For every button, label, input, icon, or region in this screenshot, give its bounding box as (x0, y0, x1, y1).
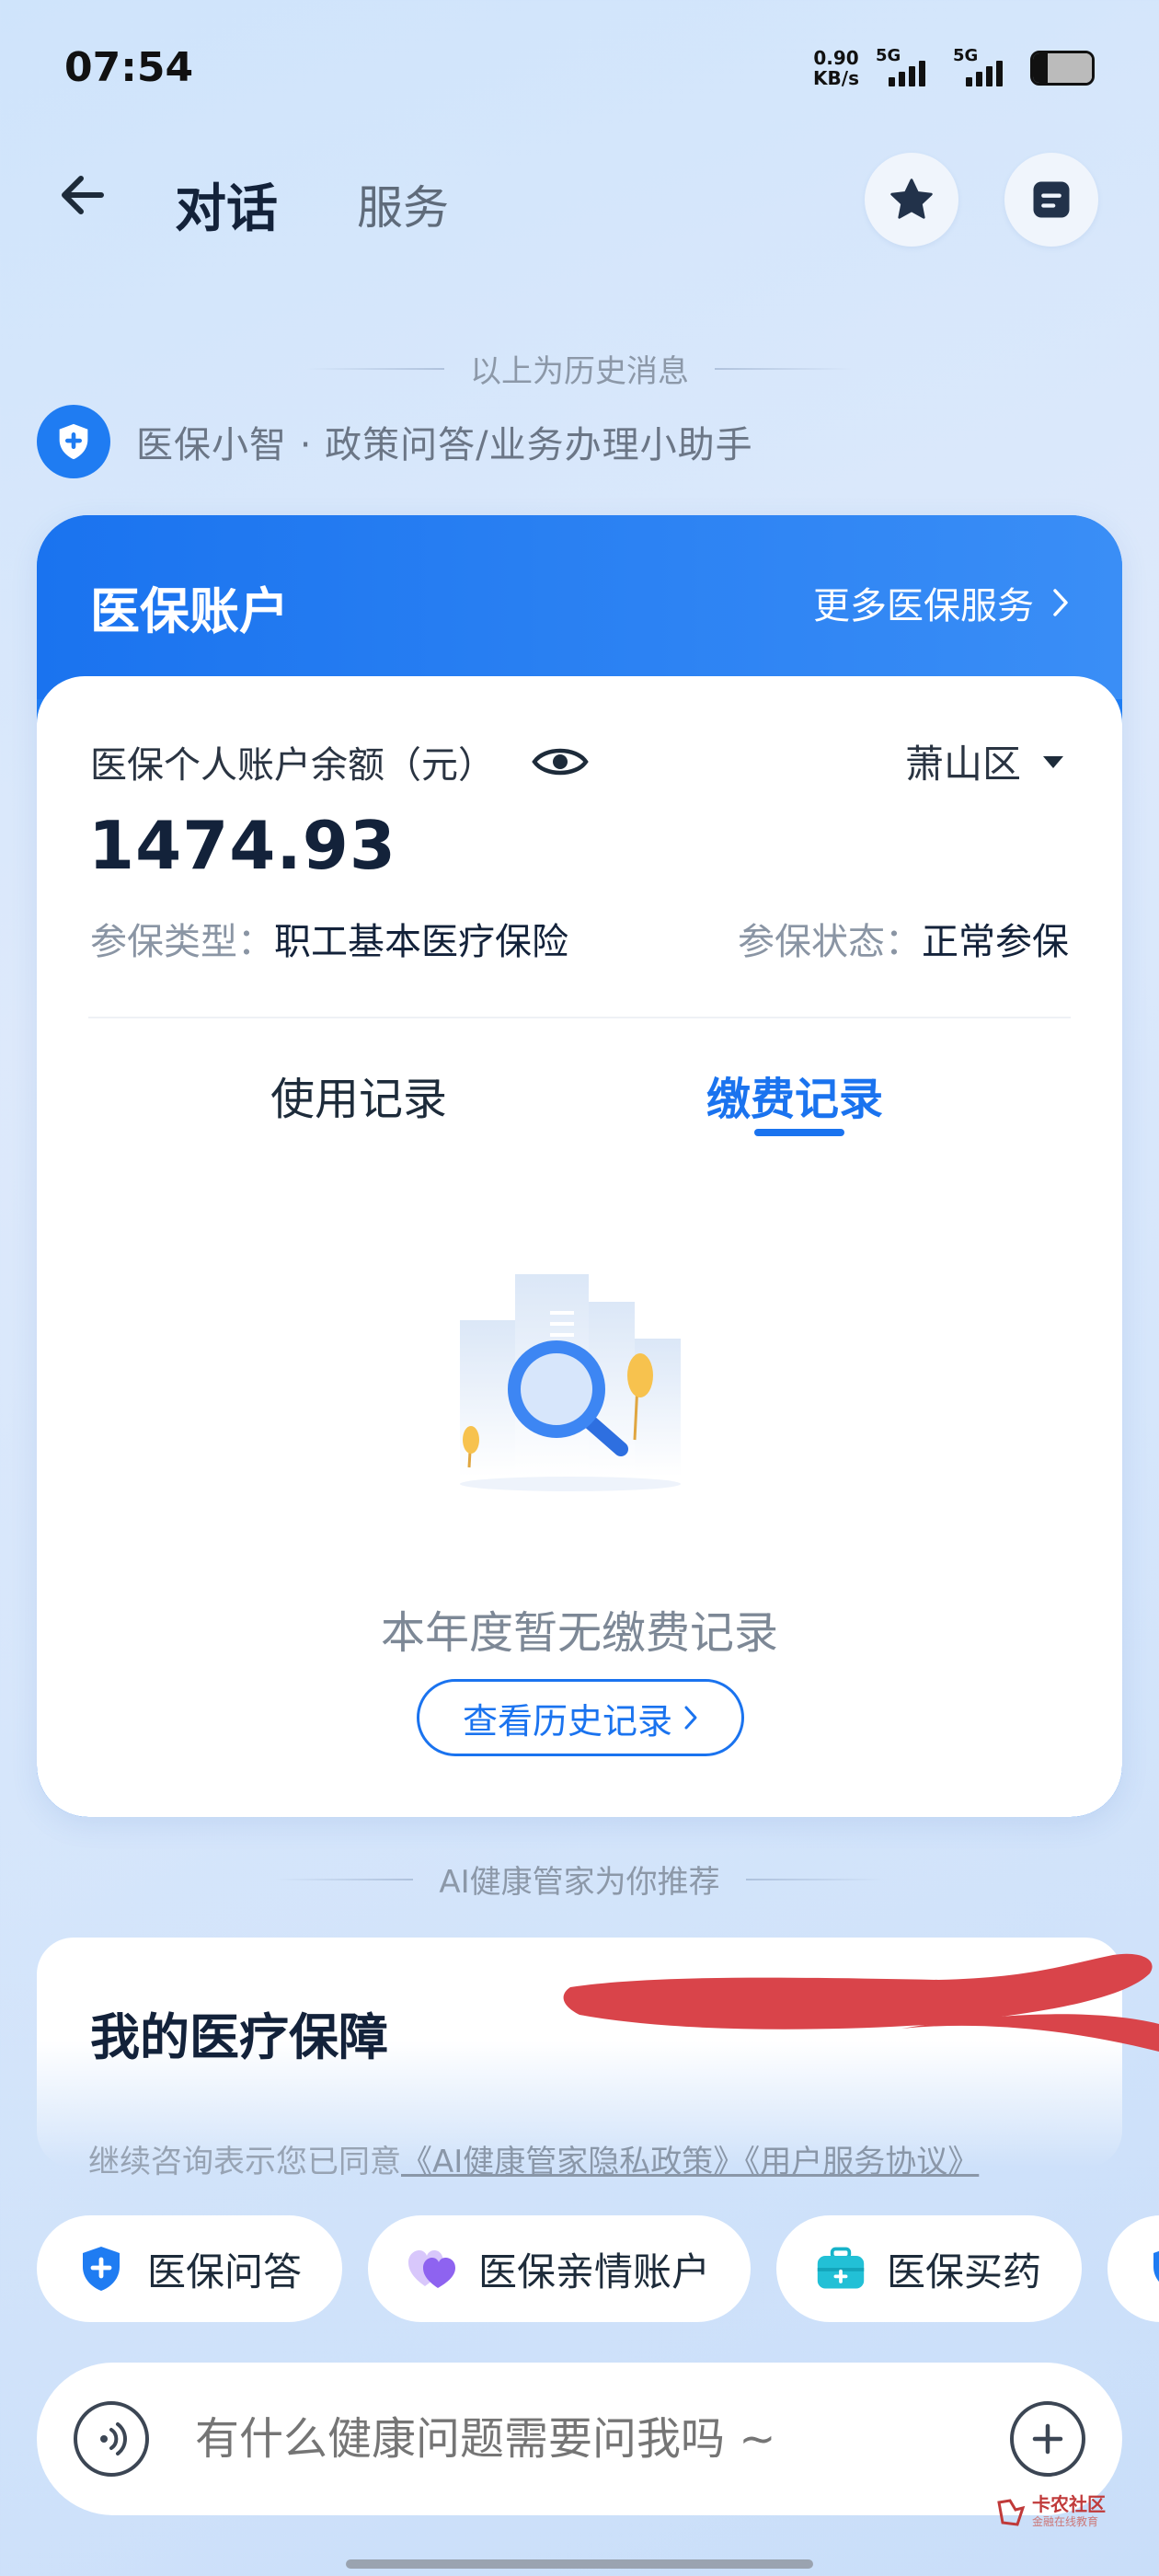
consent-prefix: 继续咨询表示您已同意 (88, 2144, 401, 2180)
favorite-button[interactable] (865, 153, 958, 247)
sim2-label: 5G (953, 46, 979, 65)
tab-dialog[interactable]: 对话 (175, 167, 278, 242)
watermark-line1: 卡农社区 (1032, 2493, 1106, 2515)
insurance-type-value: 职工基本医疗保险 (274, 921, 568, 963)
consent-text: 继续咨询表示您已同意《AI健康管家隐私政策》《用户服务协议》 (88, 2136, 979, 2181)
insurance-type: 参保类型：职工基本医疗保险 (90, 912, 568, 965)
chip-more-partial[interactable] (1107, 2215, 1159, 2322)
arrow-left-icon (62, 176, 104, 214)
view-history-label: 查看历史记录 (462, 1700, 672, 1742)
chat-input-bar (37, 2363, 1122, 2515)
eye-icon[interactable] (532, 743, 589, 780)
insurance-status-value: 正常参保 (922, 921, 1069, 963)
chip-family-account[interactable]: 医保亲情账户 (368, 2215, 752, 2322)
chevron-right-icon (1053, 589, 1068, 616)
hearts-icon (407, 2243, 458, 2294)
chip-label: 医保问答 (147, 2248, 303, 2294)
star-icon (890, 178, 933, 219)
card-body: 医保个人账户余额（元） 萧山区 1474.93 参保类型：职工基本医疗保险 参保… (37, 676, 1122, 1817)
quick-actions: 医保问答 医保亲情账户 医保买药 (37, 2215, 1159, 2322)
watermark-logo: 卡农社区 金融在线教育 (995, 2495, 1106, 2529)
caret-down-icon (1043, 755, 1063, 768)
medkit-icon (815, 2243, 866, 2294)
history-divider-label: 以上为历史消息 (470, 353, 689, 390)
balance-label-row: 医保个人账户余额（元） (90, 735, 589, 788)
assistant-intro: 医保小智 · 政策问答/业务办理小助手 (37, 405, 753, 478)
empty-search-illustration (460, 1274, 681, 1491)
chip-label: 医保亲情账户 (478, 2248, 711, 2294)
chat-input[interactable] (195, 2413, 1010, 2465)
recommend-divider: AI健康管家为你推荐 (0, 1857, 1159, 1902)
card-header: 医保账户 更多医保服务 (37, 515, 1122, 699)
redaction-scribble (563, 1953, 1159, 2052)
voice-input-button[interactable] (74, 2401, 149, 2477)
watermark-line2: 金融在线教育 (1032, 2515, 1099, 2528)
my-coverage-title: 我的医疗保障 (90, 2008, 388, 2066)
net-speed: 0.90 KB/s (813, 48, 859, 88)
attach-plus-button[interactable] (1010, 2401, 1085, 2477)
home-indicator[interactable] (346, 2559, 813, 2569)
history-divider: 以上为历史消息 (0, 346, 1159, 391)
chip-medical-qa[interactable]: 医保问答 (37, 2215, 343, 2322)
chevron-right-icon (684, 1706, 697, 1730)
active-tab-indicator (754, 1129, 844, 1136)
divider-line (88, 1017, 1071, 1018)
back-button[interactable] (55, 167, 110, 223)
assistant-shield-icon (37, 405, 110, 478)
signal-sim2-icon: 5G (953, 46, 1014, 86)
sim1-label: 5G (876, 46, 901, 65)
card-title: 医保账户 (90, 582, 289, 640)
shield-plus-icon (75, 2243, 127, 2294)
document-icon (1033, 181, 1070, 218)
recommend-divider-label: AI健康管家为你推荐 (439, 1864, 720, 1901)
balance-value: 1474.93 (88, 807, 396, 884)
watermark-icon (997, 2498, 1026, 2526)
insurance-type-key: 参保类型： (90, 921, 274, 963)
more-services-link[interactable]: 更多医保服务 (813, 576, 1071, 629)
net-speed-value: 0.90 (813, 47, 859, 69)
tab-usage-records[interactable]: 使用记录 (270, 1063, 447, 1127)
region-selector[interactable]: 萧山区 (905, 733, 1065, 789)
policy-links[interactable]: 《AI健康管家隐私政策》《用户服务协议》 (401, 2144, 979, 2180)
medical-account-card: 医保账户 更多医保服务 医保个人账户余额（元） 萧山区 1474.93 参保类型… (37, 515, 1122, 1817)
signal-sim1-icon: 5G (876, 46, 936, 86)
shield-plus-icon (1146, 2243, 1159, 2294)
empty-state-text: 本年度暂无缴费记录 (380, 1607, 778, 1659)
insurance-status: 参保状态：正常参保 (738, 912, 1069, 965)
plus-icon (1032, 2423, 1063, 2455)
view-history-button[interactable]: 查看历史记录 (417, 1679, 744, 1756)
balance-label: 医保个人账户余额（元） (90, 744, 495, 787)
status-indicators: 0.90 KB/s 5G 5G (813, 46, 1095, 88)
battery-icon (1030, 51, 1095, 86)
assistant-intro-text: 医保小智 · 政策问答/业务办理小助手 (136, 424, 753, 466)
status-time: 07:54 (64, 44, 194, 91)
chip-label: 医保买药 (887, 2248, 1042, 2294)
more-services-label: 更多医保服务 (813, 585, 1034, 627)
history-doc-button[interactable] (1004, 153, 1098, 247)
region-label: 萧山区 (904, 742, 1021, 787)
net-speed-unit: KB/s (813, 67, 859, 89)
tab-payment-records[interactable]: 缴费记录 (706, 1063, 883, 1127)
tab-service[interactable]: 服务 (357, 171, 449, 237)
voice-wave-icon (100, 2422, 127, 2455)
insurance-status-key: 参保状态： (738, 921, 922, 963)
chip-buy-medicine[interactable]: 医保买药 (776, 2215, 1083, 2322)
